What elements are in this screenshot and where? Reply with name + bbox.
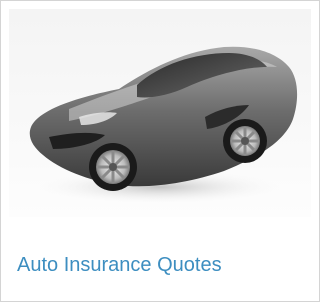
sports-car-illustration [29,46,298,205]
auto-insurance-quotes-link[interactable]: Auto Insurance Quotes [17,253,222,277]
rear-wheel [223,119,267,163]
auto-insurance-card[interactable]: Auto Insurance Quotes [0,0,320,302]
car-image[interactable] [9,9,311,217]
front-wheel [89,143,137,191]
